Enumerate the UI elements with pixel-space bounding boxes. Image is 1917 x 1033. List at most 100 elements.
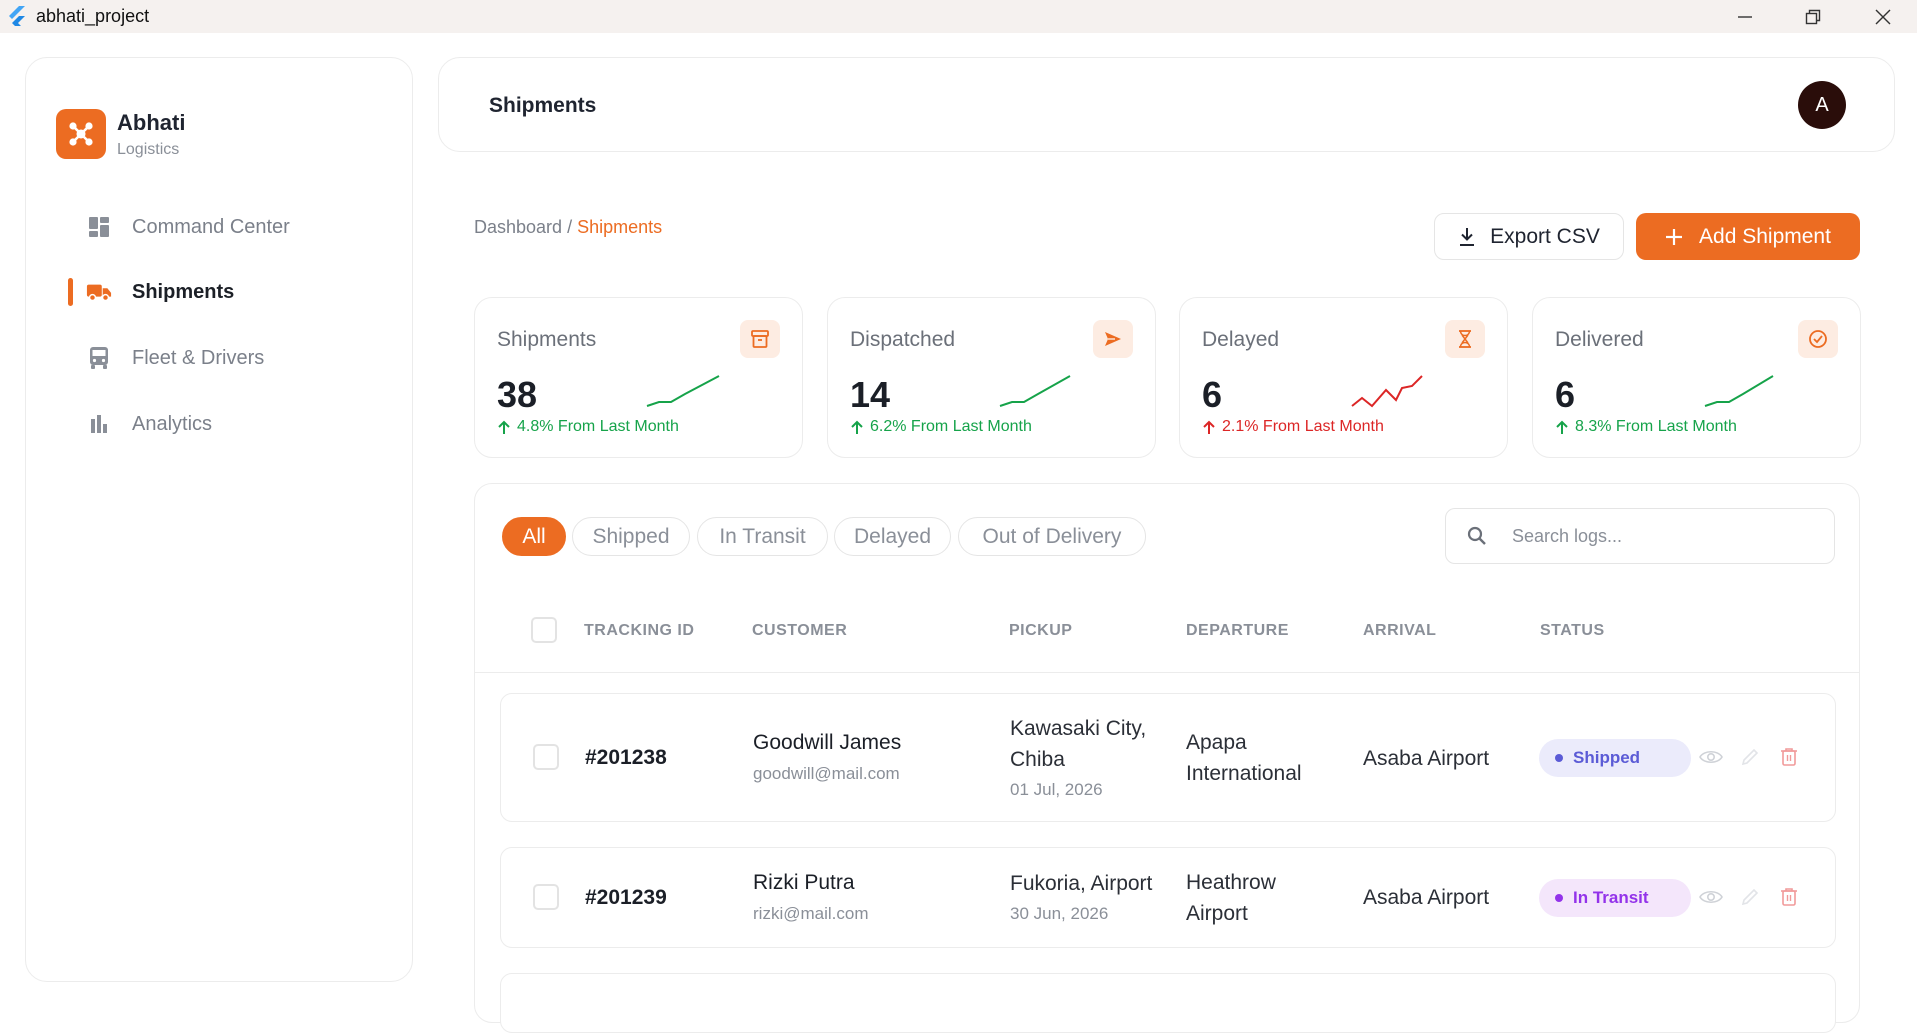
sidebar-item-fleet-drivers[interactable]: Fleet & Drivers <box>86 338 264 378</box>
search-input[interactable] <box>1512 525 1812 547</box>
close-icon <box>1875 9 1891 24</box>
edit-button[interactable] <box>1736 883 1764 911</box>
window-titlebar: abhati_project <box>0 0 1917 33</box>
view-button[interactable] <box>1697 743 1725 771</box>
departure-line1: Apapa <box>1186 731 1247 754</box>
top-header: Shipments A <box>438 57 1895 152</box>
eye-icon <box>1699 750 1723 764</box>
pickup-location-line1: Fukoria, Airport <box>1010 872 1153 895</box>
arrow-up-icon <box>498 420 510 434</box>
filter-chip-in-transit[interactable]: In Transit <box>697 517 828 556</box>
status-badge: Shipped <box>1539 739 1691 777</box>
column-header-arrival: ARRIVAL <box>1363 622 1437 639</box>
arrival-location: Asaba Airport <box>1363 886 1490 909</box>
add-shipment-button[interactable]: Add Shipment <box>1636 213 1860 260</box>
column-header-departure: DEPARTURE <box>1186 622 1289 639</box>
sparkline <box>1351 375 1423 408</box>
sparkline <box>1704 375 1774 407</box>
avatar[interactable]: A <box>1798 81 1846 129</box>
status-badge: In Transit <box>1539 879 1691 917</box>
sidebar-item-command-center[interactable]: Command Center <box>86 207 290 247</box>
select-all-checkbox[interactable] <box>531 617 557 643</box>
close-window-button[interactable] <box>1849 0 1917 33</box>
stat-label: Shipments <box>497 328 597 351</box>
stat-label: Dispatched <box>850 328 956 351</box>
network-logo-icon <box>69 122 93 146</box>
edit-button[interactable] <box>1736 743 1764 771</box>
customer-name: Goodwill James <box>753 731 902 754</box>
stat-change-text: 4.8% From Last Month <box>517 418 679 435</box>
stat-value: 14 <box>850 374 891 415</box>
filter-chip-out-of-delivery[interactable]: Out of Delivery <box>958 517 1146 556</box>
tracking-id[interactable]: #201239 <box>585 886 667 910</box>
export-csv-label: Export CSV <box>1490 224 1600 248</box>
arrow-up-icon <box>1203 420 1215 434</box>
pickup-location-line1: Kawasaki City, <box>1010 717 1147 740</box>
stat-change-text: 8.3% From Last Month <box>1575 418 1737 435</box>
add-shipment-label: Add Shipment <box>1699 224 1831 248</box>
stat-change-text: 6.2% From Last Month <box>870 418 1032 435</box>
export-csv-button[interactable]: Export CSV <box>1434 213 1624 260</box>
pencil-icon <box>1741 748 1759 766</box>
stat-label: Delayed <box>1202 328 1280 351</box>
stat-change: 6.2% From Last Month <box>850 418 1032 436</box>
minimize-icon <box>1738 15 1752 18</box>
trash-icon <box>1781 748 1797 766</box>
stat-change: 4.8% From Last Month <box>497 418 679 436</box>
plus-icon <box>1666 228 1683 245</box>
view-button[interactable] <box>1697 883 1725 911</box>
trash-icon <box>1781 888 1797 906</box>
brand-name: Abhati <box>117 110 186 135</box>
column-header-tracking-id: TRACKING ID <box>584 622 695 639</box>
breadcrumb: Dashboard / Shipments <box>474 217 662 238</box>
table-row[interactable] <box>500 973 1836 1033</box>
check-circle-icon <box>1798 320 1838 358</box>
pickup-location-line2: Chiba <box>1010 748 1065 771</box>
arrow-up-icon <box>1556 420 1568 434</box>
active-nav-indicator <box>68 278 73 306</box>
row-checkbox[interactable] <box>533 744 559 770</box>
column-header-customer: CUSTOMER <box>752 622 848 639</box>
sidebar-item-label: Command Center <box>132 215 290 238</box>
delete-button[interactable] <box>1775 743 1803 771</box>
sidebar-item-analytics[interactable]: Analytics <box>86 404 212 444</box>
pickup-date: 30 Jun, 2026 <box>1010 904 1109 923</box>
bus-icon <box>86 345 112 371</box>
stat-card-dispatched: Dispatched 14 6.2% From Last Month <box>827 297 1156 458</box>
delete-button[interactable] <box>1775 883 1803 911</box>
status-dot <box>1555 754 1563 762</box>
row-checkbox[interactable] <box>533 884 559 910</box>
departure-line2: Airport <box>1186 902 1248 925</box>
stat-value: 6 <box>1555 374 1576 415</box>
breadcrumb-root[interactable]: Dashboard <box>474 217 562 237</box>
status-label: In Transit <box>1573 888 1649 907</box>
download-icon <box>1460 227 1475 246</box>
breadcrumb-separator: / <box>562 217 578 237</box>
pencil-icon <box>1741 888 1759 906</box>
sidebar-item-label: Shipments <box>132 280 235 303</box>
tracking-id[interactable]: #201238 <box>585 746 667 770</box>
restore-icon <box>1805 9 1821 24</box>
brand-subtitle: Logistics <box>117 141 180 158</box>
filter-chip-delayed[interactable]: Delayed <box>834 517 951 556</box>
sidebar-item-shipments[interactable]: Shipments <box>86 272 234 312</box>
pickup-date: 01 Jul, 2026 <box>1010 780 1103 799</box>
customer-email: goodwill@mail.com <box>753 764 900 783</box>
minimize-button[interactable] <box>1711 0 1779 33</box>
column-header-pickup: PICKUP <box>1009 622 1073 639</box>
column-header-status: STATUS <box>1540 622 1605 639</box>
filter-chip-shipped[interactable]: Shipped <box>572 517 690 556</box>
stat-value: 38 <box>497 374 538 415</box>
archive-box-icon <box>740 320 780 358</box>
filter-chip-all[interactable]: All <box>502 517 566 556</box>
restore-button[interactable] <box>1779 0 1847 33</box>
table-header-divider <box>475 672 1859 673</box>
sidebar-item-label: Fleet & Drivers <box>132 346 265 369</box>
sparkline <box>999 375 1071 407</box>
sparkline <box>646 375 720 407</box>
stat-change: 2.1% From Last Month <box>1202 418 1384 436</box>
stat-label: Delivered <box>1555 328 1644 351</box>
search-icon <box>1464 523 1490 549</box>
stat-change-text: 2.1% From Last Month <box>1222 418 1384 435</box>
breadcrumb-current: Shipments <box>577 217 663 237</box>
